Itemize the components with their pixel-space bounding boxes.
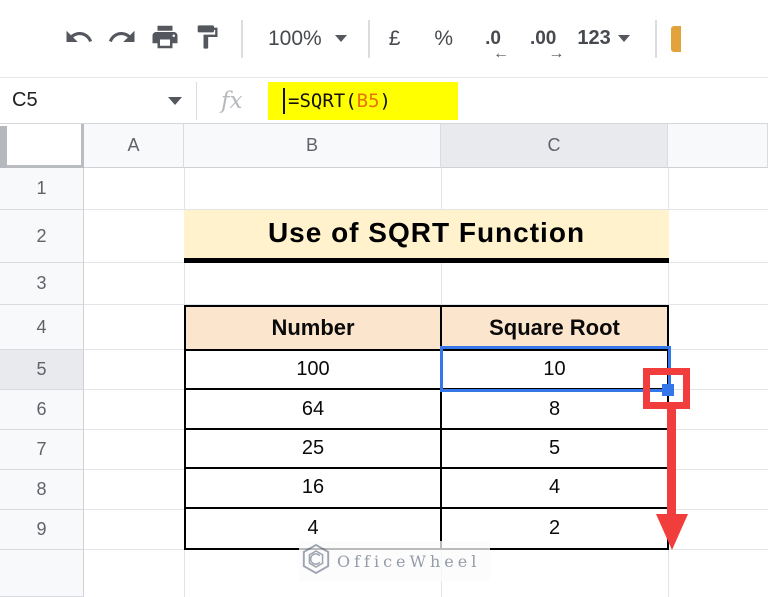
column-header-c[interactable]: C — [441, 124, 668, 168]
print-button[interactable] — [150, 22, 180, 55]
fx-icon: fx — [221, 87, 243, 114]
cell-c8[interactable]: 4 — [442, 469, 667, 509]
paint-roller-icon — [193, 23, 221, 54]
increase-decimal-button[interactable]: .00 → — [530, 28, 564, 62]
chevron-down-icon — [334, 35, 347, 42]
cell-b7[interactable]: 25 — [186, 429, 442, 470]
toolbar-divider — [241, 19, 243, 58]
column-header-d[interactable] — [668, 124, 768, 168]
formula-input[interactable]: =SQRT(B5) — [268, 82, 458, 120]
watermark-text: OfficeWheel — [337, 552, 481, 571]
formula-text: ) — [379, 90, 391, 112]
column-header-b[interactable]: B — [184, 124, 441, 168]
decrease-decimal-button[interactable]: .0 ← — [485, 28, 509, 62]
undo-button[interactable] — [64, 22, 94, 55]
color-swatch[interactable] — [670, 25, 681, 52]
selected-cell-outline[interactable] — [440, 346, 671, 392]
formula-text: =SQRT( — [288, 90, 357, 112]
select-all-corner[interactable] — [0, 124, 84, 168]
table-header-number[interactable]: Number — [186, 307, 442, 351]
arrow-right-icon: → — [548, 44, 565, 62]
drag-down-arrow — [667, 409, 676, 519]
toolbar-divider — [367, 19, 370, 58]
text-cursor — [283, 88, 285, 114]
arrow-left-icon: ← — [492, 44, 509, 62]
fill-handle-highlight-box — [643, 368, 690, 409]
toolbar-divider — [654, 19, 657, 58]
row-header-5[interactable]: 5 — [0, 350, 84, 390]
zoom-select[interactable]: 100% — [268, 27, 347, 51]
row-header-6[interactable]: 6 — [0, 390, 84, 430]
formula-bar-divider — [196, 81, 197, 120]
officewheel-logo-icon — [301, 543, 331, 580]
cell-b6[interactable]: 64 — [186, 390, 442, 430]
chevron-down-icon — [168, 96, 182, 105]
row-headers: 1 2 3 4 5 6 7 8 9 — [0, 168, 84, 597]
google-sheets-window: 100% £ % .0 ← .00 → 123 C5 fx =SQRT(B5 — [0, 0, 768, 597]
row-header-9[interactable]: 9 — [0, 510, 84, 550]
row-header-1[interactable]: 1 — [0, 168, 84, 210]
cell-b8[interactable]: 16 — [186, 469, 442, 509]
sheet-title-cell[interactable]: Use of SQRT Function — [184, 210, 669, 263]
row-header-3[interactable]: 3 — [0, 263, 84, 305]
name-box-value: C5 — [12, 89, 38, 111]
cell-c6[interactable]: 8 — [442, 390, 667, 430]
paint-format-button[interactable] — [193, 23, 221, 54]
row-header-10[interactable] — [0, 550, 84, 597]
row-header-4[interactable]: 4 — [0, 305, 84, 350]
formula-cell-reference: B5 — [356, 90, 380, 112]
column-headers: A B C — [0, 124, 768, 168]
print-icon — [150, 22, 180, 55]
zoom-value: 100% — [268, 26, 322, 50]
redo-icon — [107, 22, 137, 55]
row-header-8[interactable]: 8 — [0, 470, 84, 510]
row-header-7[interactable]: 7 — [0, 430, 84, 470]
column-header-a[interactable]: A — [84, 124, 184, 168]
formula-bar: C5 fx =SQRT(B5) — [0, 78, 768, 124]
drag-down-arrowhead — [656, 514, 688, 550]
toolbar: 100% £ % .0 ← .00 → 123 — [0, 0, 768, 78]
table-header-square-root[interactable]: Square Root — [442, 307, 667, 351]
name-box[interactable]: C5 — [0, 78, 196, 123]
watermark: OfficeWheel — [299, 541, 491, 582]
row-header-2[interactable]: 2 — [0, 210, 84, 263]
data-table: Number Square Root 100 10 64 8 25 5 16 4… — [184, 305, 669, 550]
cell-b5[interactable]: 100 — [186, 351, 442, 391]
currency-format-button[interactable]: £ — [389, 27, 401, 51]
chevron-down-icon — [617, 35, 630, 42]
undo-icon — [64, 22, 94, 55]
more-formats-button[interactable]: 123 — [577, 27, 630, 50]
redo-button[interactable] — [107, 22, 137, 55]
percent-format-button[interactable]: % — [434, 27, 453, 51]
cell-c7[interactable]: 5 — [442, 430, 667, 470]
